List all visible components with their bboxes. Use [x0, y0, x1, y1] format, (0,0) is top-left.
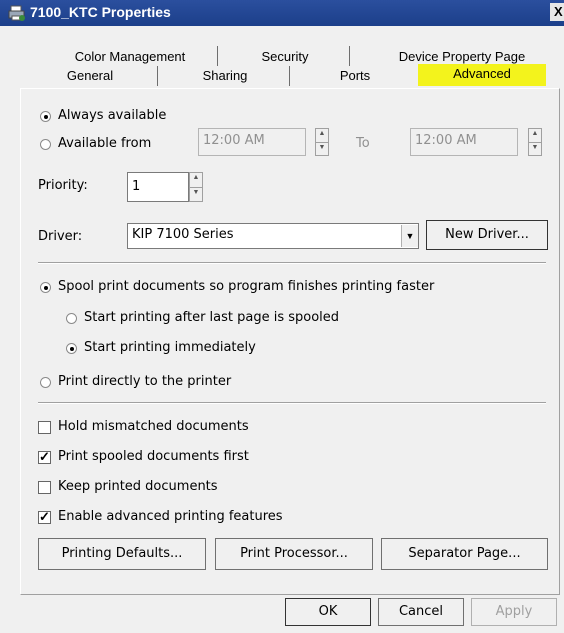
tab-general[interactable]: General — [40, 67, 140, 85]
priority-label: Priority: — [38, 178, 88, 193]
start-immediately-label: Start printing immediately — [84, 340, 256, 355]
new-driver-button[interactable]: New Driver... — [426, 220, 548, 250]
divider — [38, 262, 546, 264]
spool-radio[interactable] — [40, 282, 51, 293]
enable-advanced-checkbox[interactable] — [38, 509, 51, 525]
start-after-last-radio[interactable] — [66, 313, 77, 324]
spin-down-icon[interactable]: ▼ — [190, 187, 202, 201]
title-bar: 7100_KTC Properties X — [0, 0, 564, 26]
tab-color-management[interactable]: Color Management — [60, 48, 200, 66]
chevron-down-icon[interactable]: ▼ — [401, 225, 418, 247]
tab-divider — [349, 46, 350, 66]
driver-select[interactable]: KIP 7100 Series — [127, 223, 419, 249]
close-button[interactable]: X — [550, 3, 564, 21]
tab-advanced[interactable]: Advanced — [418, 64, 546, 86]
from-time-stepper[interactable]: ▲ ▼ — [315, 128, 329, 156]
hold-mismatched-label: Hold mismatched documents — [58, 419, 249, 434]
available-from-radio[interactable] — [40, 139, 51, 150]
print-processor-button[interactable]: Print Processor... — [215, 538, 373, 570]
spin-up-icon[interactable]: ▲ — [190, 173, 202, 187]
to-label: To — [356, 136, 370, 151]
start-after-last-label: Start printing after last page is spoole… — [84, 310, 340, 325]
tab-security[interactable]: Security — [240, 48, 330, 66]
spin-down-icon[interactable]: ▼ — [316, 142, 328, 155]
cancel-button[interactable]: Cancel — [378, 598, 464, 626]
divider — [38, 402, 546, 404]
print-directly-radio[interactable] — [40, 377, 51, 388]
keep-printed-checkbox[interactable] — [38, 481, 51, 494]
tab-ports[interactable]: Ports — [310, 67, 400, 85]
window-title: 7100_KTC Properties — [30, 4, 171, 20]
print-directly-label: Print directly to the printer — [58, 374, 232, 389]
keep-printed-label: Keep printed documents — [58, 479, 218, 494]
priority-field[interactable]: 1 — [127, 172, 189, 202]
available-from-label: Available from — [58, 136, 152, 151]
always-available-radio[interactable] — [40, 111, 51, 122]
spin-up-icon[interactable]: ▲ — [529, 129, 541, 142]
always-available-label: Always available — [58, 108, 167, 123]
from-time-field[interactable]: 12:00 AM — [198, 128, 306, 156]
spin-down-icon[interactable]: ▼ — [529, 142, 541, 155]
tab-divider — [157, 66, 158, 86]
printer-icon — [8, 5, 25, 21]
hold-mismatched-checkbox[interactable] — [38, 421, 51, 434]
tab-divider — [289, 66, 290, 86]
driver-label: Driver: — [38, 229, 83, 244]
priority-stepper[interactable]: ▲ ▼ — [189, 172, 203, 202]
start-immediately-radio[interactable] — [66, 343, 77, 354]
tab-sharing[interactable]: Sharing — [180, 67, 270, 85]
spool-label: Spool print documents so program finishe… — [58, 279, 435, 294]
enable-advanced-label: Enable advanced printing features — [58, 509, 283, 524]
print-spooled-first-label: Print spooled documents first — [58, 449, 249, 464]
apply-button[interactable]: Apply — [471, 598, 557, 626]
printing-defaults-button[interactable]: Printing Defaults... — [38, 538, 206, 570]
to-time-stepper[interactable]: ▲ ▼ — [528, 128, 542, 156]
spin-up-icon[interactable]: ▲ — [316, 129, 328, 142]
to-time-field[interactable]: 12:00 AM — [410, 128, 518, 156]
ok-button[interactable]: OK — [285, 598, 371, 626]
tab-divider — [217, 46, 218, 66]
print-spooled-first-checkbox[interactable] — [38, 449, 51, 465]
separator-page-button[interactable]: Separator Page... — [381, 538, 548, 570]
